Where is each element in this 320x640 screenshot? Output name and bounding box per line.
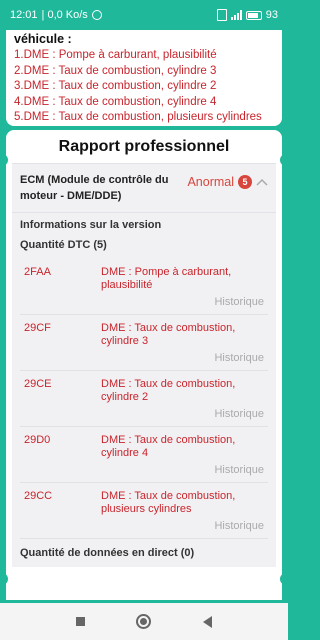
dtc-count-label: Quantité DTC (5) [20,239,107,251]
dtc-row[interactable]: 29CC DME : Taux de combustion, plusieurs… [20,483,268,539]
fault-line: 5.DME : Taux de combustion, plusieurs cy… [14,111,262,123]
chevron-up-icon[interactable] [256,178,268,186]
fault-line: 4.DME : Taux de combustion, cylindre 4 [14,95,217,108]
dtc-code: 29CE [24,378,52,390]
nav-home-icon[interactable] [136,614,152,629]
decor-dot [0,573,8,585]
live-data-label: Quantité de données en direct (0) [20,547,195,559]
signal-icon [230,10,242,20]
fault-line: 1.DME : Pompe à carburant, plausibilité [14,49,217,61]
dtc-row[interactable]: 2FAA DME : Pompe à carburant, plausibili… [20,259,268,315]
network-speed: | 0,0 Ko/s [41,9,88,21]
screen-icon [216,9,227,21]
fault-line: 2.DME : Taux de combustion, cylindre 3 [14,64,217,77]
status-left: 12:01 | 0,0 Ko/s [10,9,102,21]
dtc-row[interactable]: 29CE DME : Taux de combustion, cylindre … [20,371,268,427]
battery-icon [245,10,262,20]
module-header[interactable]: ECM (Module de contrôle du moteur - DME/… [12,164,276,213]
fault-line: 3.DME : Taux de combustion, cylindre 2 [14,80,217,92]
dtc-history: Historique [214,296,264,308]
info-block: Informations sur la version Quantité DTC… [12,213,276,539]
alarm-icon [91,10,102,20]
battery-level: 93 [265,9,278,21]
dtc-history: Historique [214,464,264,476]
report-card: Rapport professionnel ECM (Module de con… [0,130,292,600]
nav-back-icon[interactable] [203,615,213,628]
decor-dot [280,154,292,166]
dtc-row[interactable]: 29CF DME : Taux de combustion, cylindre … [20,315,268,371]
version-info-label: Informations sur la version [20,219,162,231]
dtc-code: 29CF [24,322,51,334]
status-right: 93 [216,9,278,21]
dtc-code: 29D0 [24,434,51,446]
dtc-history: Historique [214,520,264,532]
status-count-badge: 5 [238,175,252,189]
status-bar: 12:01 | 0,0 Ko/s 93 [0,0,288,30]
module-status: Anormal 5 [187,175,268,189]
dtc-history: Historique [214,352,264,364]
navigation-bar [0,603,288,640]
dtc-code: 29CC [24,490,53,502]
dtc-history: Historique [214,408,264,420]
report-title: Rapport professionnel [58,138,230,155]
status-time: 12:01 [10,9,38,21]
module-section: ECM (Module de contrôle du moteur - DME/… [12,163,276,567]
dtc-list: 2FAA DME : Pompe à carburant, plausibili… [20,259,268,539]
fault-summary-card: véhicule : 1.DME : Pompe à carburant, pl… [6,30,282,126]
decor-dot [280,573,292,585]
dtc-code: 2FAA [24,266,51,278]
module-name: ECM (Module de contrôle du moteur - DME/… [20,174,169,202]
nav-recents-icon[interactable] [75,617,85,626]
decor-dot [0,154,8,166]
vehicle-heading: véhicule : [14,32,72,46]
status-text: Anormal [187,175,234,189]
dtc-row[interactable]: 29D0 DME : Taux de combustion, cylindre … [20,427,268,483]
